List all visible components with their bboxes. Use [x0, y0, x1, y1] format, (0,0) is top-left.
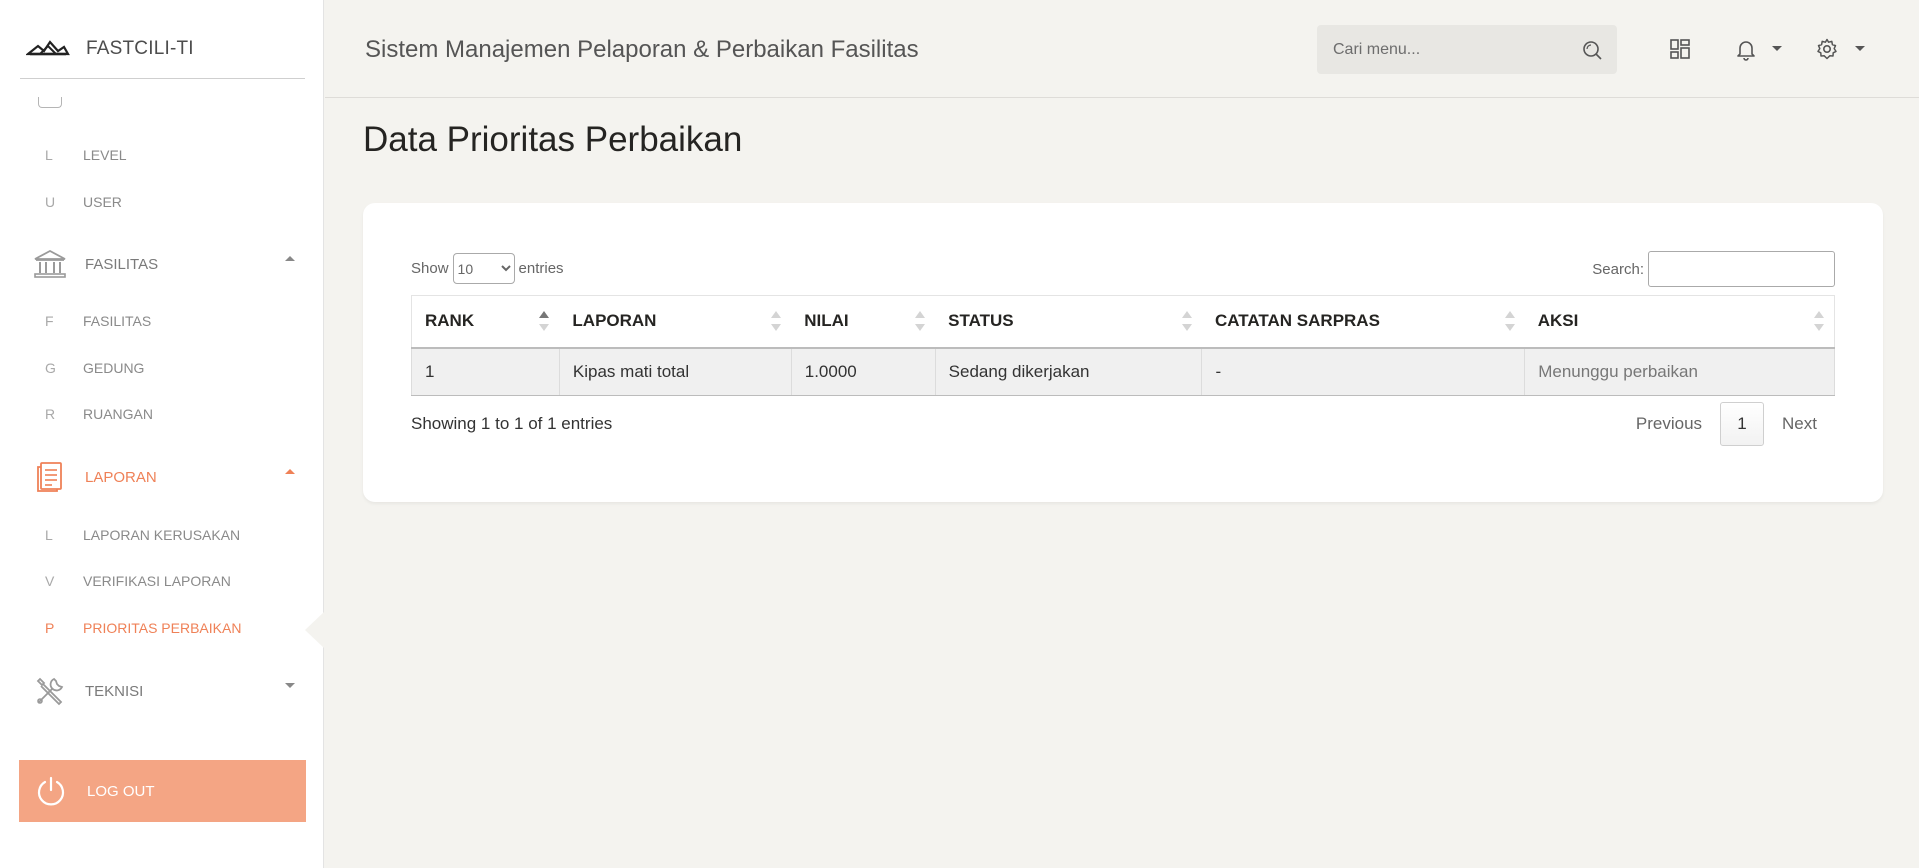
brand-logo-icon — [26, 40, 70, 56]
sidebar-item-abbr: P — [45, 620, 55, 636]
sidebar-item-label: USER — [83, 194, 122, 210]
search-input[interactable] — [1331, 39, 1581, 60]
search-label: Search: — [1592, 260, 1644, 278]
next-page-button[interactable]: Next — [1764, 414, 1835, 434]
sidebar-group-label: LAPORAN — [85, 468, 157, 486]
tools-icon — [33, 674, 67, 708]
sidebar-item-laporan-kerusakan[interactable]: L LAPORAN KERUSAKAN — [45, 527, 240, 543]
previous-page-button[interactable]: Previous — [1618, 414, 1720, 434]
sidebar-item-label: PRIORITAS PERBAIKAN — [83, 620, 242, 636]
cell-laporan: Kipas mati total — [559, 347, 792, 396]
column-header-label: CATATAN SARPRAS — [1214, 311, 1380, 331]
sidebar-item-abbr: V — [45, 573, 55, 589]
column-header-status[interactable]: STATUS — [935, 295, 1202, 349]
chevron-down-icon — [285, 683, 295, 688]
cell-catatan-sarpras: - — [1201, 347, 1526, 396]
table-row: 1 Kipas mati total 1.0000 Sedang dikerja… — [411, 347, 1835, 396]
chevron-up-icon — [285, 469, 295, 474]
sidebar-item-abbr: F — [45, 313, 54, 329]
column-header-rank[interactable]: RANK — [411, 295, 560, 349]
gear-icon[interactable] — [1815, 37, 1839, 61]
sidebar-item-label: VERIFIKASI LAPORAN — [83, 573, 231, 589]
logout-label: LOG OUT — [87, 782, 155, 800]
sort-icon — [1814, 311, 1824, 333]
brand[interactable]: FASTCILI-TI — [20, 20, 305, 79]
sidebar-group-label: TEKNISI — [85, 682, 144, 700]
sidebar-group-teknisi[interactable]: TEKNISI — [33, 671, 295, 711]
sidebar-item-fasilitas[interactable]: F FASILITAS — [45, 313, 151, 329]
column-header-label: AKSI — [1537, 311, 1579, 331]
brand-name: FASTCILI-TI — [86, 38, 194, 59]
data-table: RANK LAPORAN NILAI STATUS CATATAN SARPRA… — [411, 295, 1835, 396]
cell-status: Sedang dikerjakan — [935, 347, 1203, 396]
sidebar-item-prioritas-perbaikan[interactable]: P PRIORITAS PERBAIKAN — [45, 620, 241, 636]
page-title: Data Prioritas Perbaikan — [363, 120, 743, 159]
cell-rank: 1 — [411, 347, 560, 396]
topbar: Sistem Manajemen Pelaporan & Perbaikan F… — [325, 0, 1919, 98]
cell-aksi: Menunggu perbaikan — [1524, 347, 1835, 396]
sidebar-item-level[interactable]: L LEVEL — [45, 147, 127, 163]
pagination: Previous 1 Next — [1618, 402, 1835, 446]
table-info: Showing 1 to 1 of 1 entries — [411, 414, 613, 433]
chevron-up-icon — [285, 256, 295, 261]
sort-icon — [1181, 311, 1192, 333]
sidebar-item-abbr: L — [45, 527, 53, 543]
sidebar-group-label: FASILITAS — [85, 255, 159, 273]
sidebar-item-label: FASILITAS — [83, 313, 152, 329]
app-title: Sistem Manajemen Pelaporan & Perbaikan F… — [365, 36, 919, 63]
column-header-aksi[interactable]: AKSI — [1524, 295, 1835, 349]
page-length-select[interactable]: 10 — [452, 253, 515, 284]
table-card: Show 10 entries Search: RANK LAPORAN NIL… — [363, 203, 1883, 502]
power-icon — [37, 776, 65, 806]
chevron-down-icon[interactable] — [1855, 46, 1865, 51]
table-search-input[interactable] — [1648, 251, 1835, 287]
page-1-button[interactable]: 1 — [1720, 402, 1765, 446]
sidebar-item-abbr: U — [45, 194, 56, 210]
chevron-down-icon[interactable] — [1772, 46, 1782, 51]
sidebar: FASTCILI-TI L LEVEL U USER FASILITAS F F… — [0, 0, 324, 868]
sidebar-item-verifikasi-laporan[interactable]: V VERIFIKASI LAPORAN — [45, 573, 231, 589]
cell-nilai: 1.0000 — [791, 347, 936, 396]
column-header-label: RANK — [425, 311, 475, 331]
entries-label: entries — [518, 260, 564, 277]
partial-menu-icon — [38, 97, 62, 108]
sidebar-item-label: GEDUNG — [83, 360, 145, 376]
menu-search — [1317, 25, 1617, 74]
grid-icon[interactable] — [1668, 37, 1692, 61]
bell-icon[interactable] — [1734, 37, 1758, 61]
sidebar-item-abbr: L — [45, 147, 53, 163]
sidebar-item-ruangan[interactable]: R RUANGAN — [45, 406, 153, 422]
sidebar-item-label: LAPORAN KERUSAKAN — [83, 527, 241, 543]
sidebar-group-laporan[interactable]: LAPORAN — [33, 457, 295, 497]
table-header-row: RANK LAPORAN NILAI STATUS CATATAN SARPRA… — [411, 295, 1835, 349]
sort-icon — [915, 311, 926, 333]
logout-button[interactable]: LOG OUT — [19, 760, 306, 822]
column-header-catatan-sarpras[interactable]: CATATAN SARPRAS — [1201, 295, 1525, 349]
column-header-label: LAPORAN — [572, 311, 657, 331]
column-header-nilai[interactable]: NILAI — [791, 295, 936, 349]
document-icon — [33, 460, 67, 494]
sidebar-item-label: RUANGAN — [83, 406, 154, 422]
column-header-label: NILAI — [804, 311, 849, 331]
table-search: Search: — [1592, 251, 1835, 287]
page-length-control: Show 10 entries — [411, 253, 564, 284]
sort-icon — [1504, 311, 1515, 333]
search-icon[interactable] — [1581, 39, 1603, 61]
sidebar-item-gedung[interactable]: G GEDUNG — [45, 360, 144, 376]
sidebar-item-abbr: R — [45, 406, 56, 422]
column-header-label: STATUS — [948, 311, 1014, 331]
sort-asc-icon — [539, 311, 550, 333]
building-icon — [33, 247, 67, 281]
sidebar-item-abbr: G — [45, 360, 56, 376]
sidebar-item-label: LEVEL — [83, 147, 127, 163]
column-header-laporan[interactable]: LAPORAN — [559, 295, 792, 349]
sidebar-item-user[interactable]: U USER — [45, 194, 122, 210]
show-label: Show — [411, 260, 449, 277]
sidebar-group-fasilitas[interactable]: FASILITAS — [33, 244, 295, 284]
active-item-pointer — [305, 612, 324, 648]
sort-icon — [771, 311, 782, 333]
